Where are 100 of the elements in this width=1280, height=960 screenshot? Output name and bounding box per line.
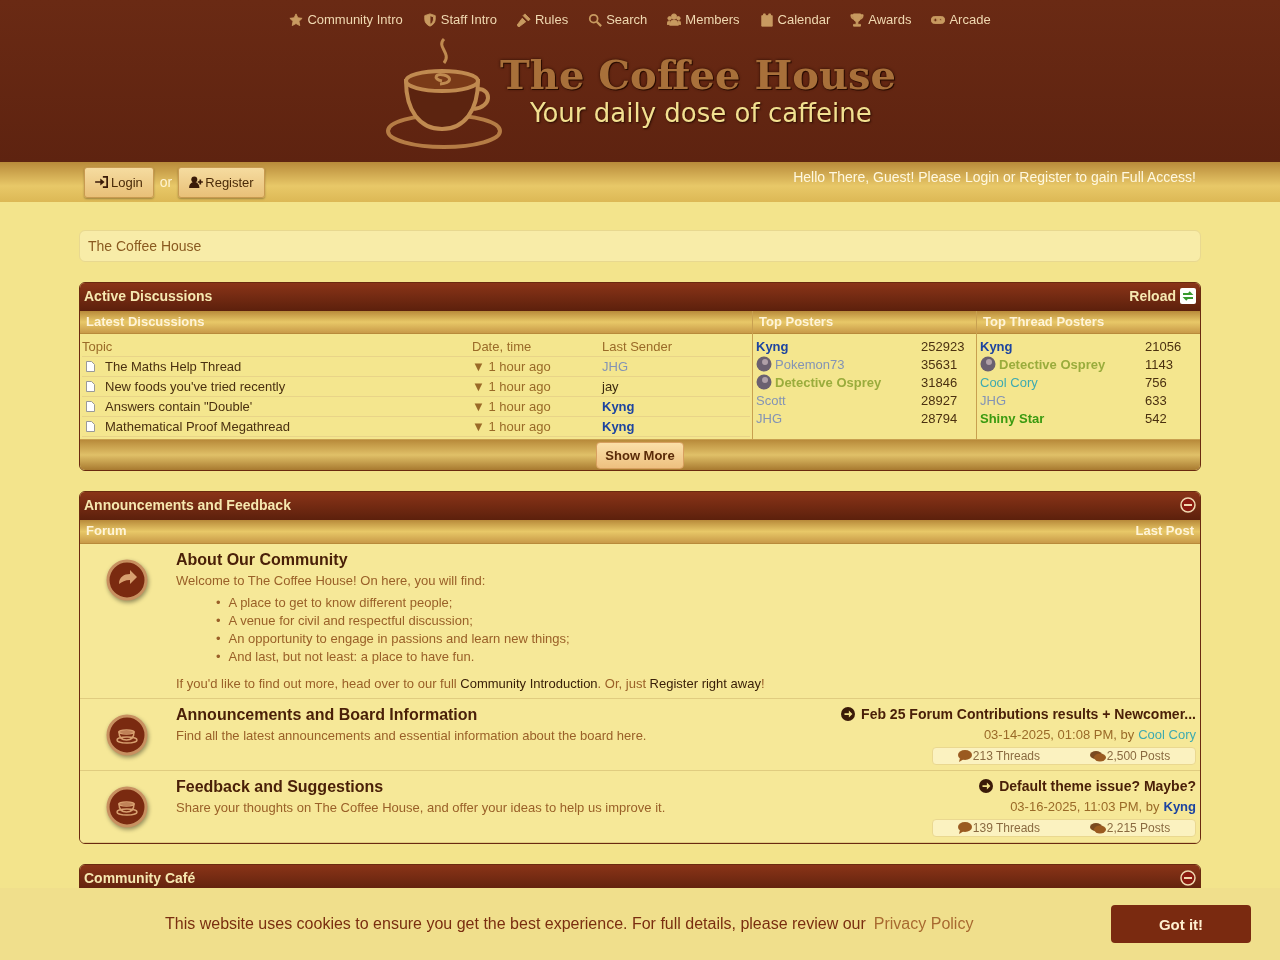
column-header: Top Posters: [753, 311, 976, 334]
collapse-icon[interactable]: [1180, 497, 1196, 513]
nav-link[interactable]: Rules: [516, 12, 569, 27]
greeting-text: Hello There, Guest! Please Login or Register to gain Full Access!: [793, 168, 1196, 187]
cookie-message: This website uses cookies to ensure you get the best experience. For full details, please review our: [165, 915, 866, 933]
text-link[interactable]: Register right away: [649, 676, 761, 691]
search-icon: [588, 12, 603, 27]
column-header: Top Thread Posters: [977, 311, 1200, 334]
login-button[interactable]: Login: [84, 166, 154, 198]
list-item: A venue for civil and respectful discussion;: [228, 612, 473, 630]
username-link[interactable]: Kyng: [756, 338, 789, 354]
forum-title-link[interactable]: Feedback and Suggestions: [176, 778, 932, 796]
topic-link[interactable]: Mathematical Proof Megathread: [105, 419, 290, 434]
bullet-mark: •: [216, 594, 221, 612]
time-text: ▼ 1 hour ago: [472, 359, 552, 374]
last-post-link[interactable]: Feb 25 Forum Contributions results + Newcomer...: [841, 706, 1196, 722]
column-label: Date, time: [472, 339, 533, 354]
post-count: 252923: [921, 338, 966, 354]
forum-description: Find all the latest announcements and essential information about the board here.: [176, 728, 648, 743]
trophy-icon: [850, 12, 865, 27]
document-icon: [86, 401, 95, 412]
column-label: Last Post: [1135, 522, 1194, 540]
post-count: 756: [1145, 374, 1168, 390]
bullet-mark: •: [216, 630, 221, 648]
arrow-circle-icon: [841, 707, 856, 721]
post-count: 633: [1145, 392, 1168, 408]
list-item: An opportunity to engage in passions and learn new things;: [228, 630, 570, 648]
nav-link[interactable]: Community Intro: [289, 12, 403, 27]
post-count: 2,500 Posts: [1106, 749, 1171, 763]
post-count: 2,215 Posts: [1106, 821, 1171, 835]
nav-link[interactable]: Members: [667, 12, 740, 27]
username-link[interactable]: Kyng: [980, 338, 1013, 354]
nav-link[interactable]: Search: [588, 12, 648, 27]
register-button[interactable]: Register: [178, 166, 265, 198]
intro-text: . Or, just: [597, 676, 647, 691]
column-label: Last Sender: [602, 339, 674, 354]
time-text: ▼ 1 hour ago: [472, 419, 552, 434]
coffee-cup-icon: [106, 714, 150, 758]
logo-tagline: Your daily dose of caffeine: [529, 97, 873, 129]
section-title: Community Café: [84, 870, 196, 886]
section-title: Announcements and Feedback: [84, 497, 291, 513]
got-it-button[interactable]: Got it!: [1111, 905, 1251, 943]
reload-link[interactable]: Reload: [1129, 288, 1196, 304]
list-item: And last, but not least: a place to have fun.: [228, 648, 475, 666]
topic-link[interactable]: Answers contain "Double': [105, 399, 253, 414]
speech-bubble-icon: [957, 750, 972, 762]
intro-text: If you'd like to find out more, head over to our full: [176, 676, 458, 691]
username-link[interactable]: jay: [602, 379, 619, 394]
logo-title: The Coffee House: [500, 53, 896, 97]
last-post-link[interactable]: Default theme issue? Maybe?: [979, 778, 1196, 794]
document-icon: [86, 361, 95, 372]
coffee-cup-icon: [106, 786, 150, 830]
forum-title-link[interactable]: Announcements and Board Information: [176, 706, 842, 724]
thread-count: 139 Threads: [972, 821, 1041, 835]
intro-text: !: [760, 676, 765, 691]
user-plus-icon: [189, 176, 204, 188]
post-count: 1143: [1145, 356, 1174, 372]
thread-count: 213 Threads: [972, 749, 1041, 763]
hammer-icon: [516, 12, 531, 27]
calendar-icon: [759, 12, 774, 27]
post-count: 21056: [1145, 338, 1183, 354]
speech-bubbles-icon: [1089, 750, 1106, 762]
nav-link[interactable]: Calendar: [759, 12, 831, 27]
refresh-icon: [1180, 288, 1196, 304]
post-count: 31846: [921, 374, 959, 390]
post-date: 03-16-2025, 11:03 PM, by: [1010, 799, 1160, 814]
text-link[interactable]: Community Introduction: [460, 676, 598, 691]
nav-link[interactable]: Awards: [850, 12, 912, 27]
document-icon: [86, 421, 95, 432]
intro-text: Welcome to The Coffee House! On here, you will find:: [176, 573, 487, 588]
shield-icon: [422, 12, 437, 27]
topic-link[interactable]: New foods you've tried recently: [105, 379, 286, 394]
star-icon: [289, 12, 304, 27]
column-header: Latest Discussions: [80, 311, 752, 334]
collapse-icon[interactable]: [1180, 870, 1196, 886]
bullet-mark: •: [216, 648, 221, 666]
column-label: Topic: [82, 339, 114, 354]
username-link[interactable]: Kyng: [1163, 799, 1196, 814]
users-icon: [667, 12, 682, 27]
breadcrumb-link[interactable]: The Coffee House: [79, 230, 1201, 262]
topic-link[interactable]: The Maths Help Thread: [105, 359, 242, 374]
forum-title-link[interactable]: About Our Community: [176, 551, 1196, 569]
bullet-mark: •: [216, 612, 221, 630]
nav-link[interactable]: Arcade: [931, 12, 991, 27]
document-icon: [86, 381, 95, 392]
show-more-button[interactable]: Show More: [596, 441, 684, 469]
or-text: or: [159, 174, 173, 190]
nav-link[interactable]: Staff Intro: [422, 12, 497, 27]
time-text: ▼ 1 hour ago: [472, 399, 552, 414]
username-link[interactable]: Kyng: [602, 399, 635, 414]
post-count: 28927: [921, 392, 959, 408]
section-title: Active Discussions: [84, 288, 213, 304]
forum-description: Share your thoughts on The Coffee House, and offer your ideas to help us improve it.: [176, 800, 667, 815]
username-link[interactable]: Kyng: [602, 419, 635, 434]
time-text: ▼ 1 hour ago: [472, 379, 552, 394]
post-count: 35631: [921, 356, 959, 372]
speech-bubble-icon: [957, 822, 972, 834]
column-label: Forum: [86, 522, 127, 540]
speech-bubbles-icon: [1089, 822, 1106, 834]
post-count: 28794: [921, 410, 959, 426]
